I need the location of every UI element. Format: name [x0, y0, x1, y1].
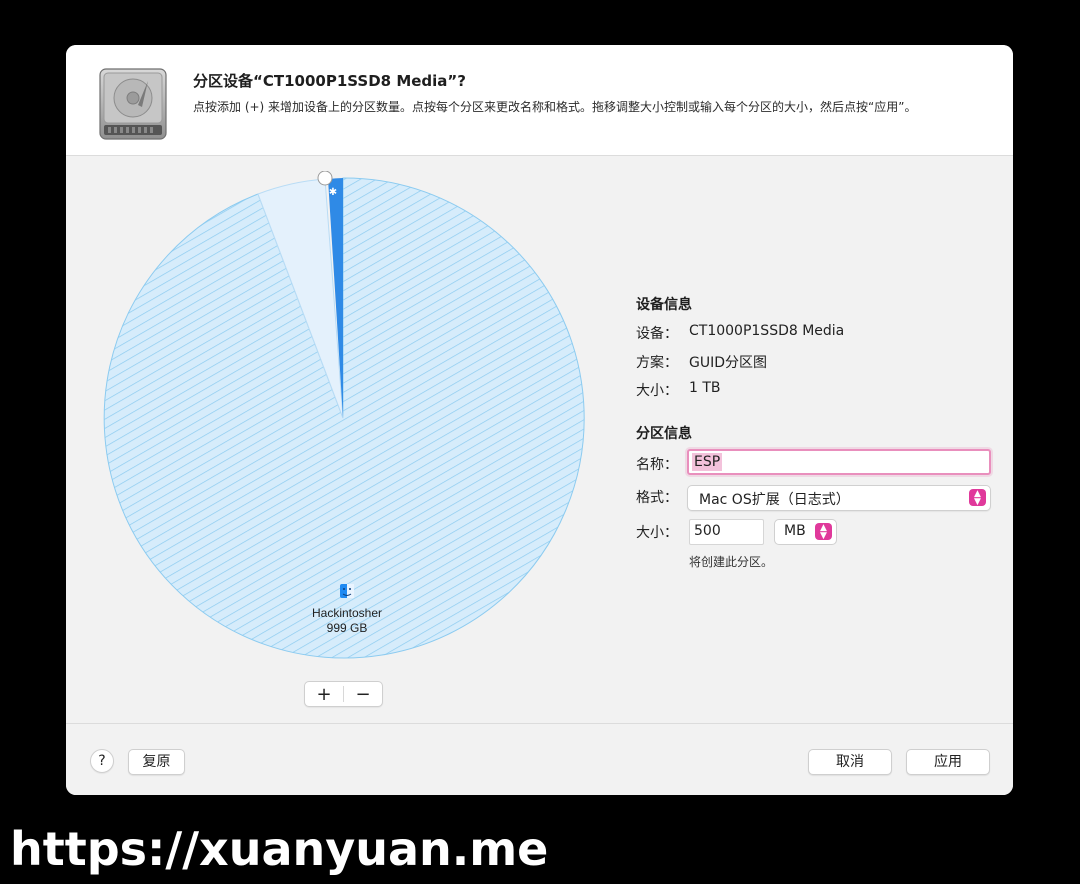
partition-name-label: Hackintosher [312, 606, 382, 620]
watermark-url: https://xuanyuan.me [10, 822, 549, 876]
size-label: 大小： [636, 383, 678, 399]
partition-name-field-label: 名称： [636, 457, 678, 473]
new-partition-marker-icon: ✱ [329, 187, 337, 198]
size-unit-select[interactable]: MB ▲ ▼ [774, 519, 837, 545]
device-value: CT1000P1SSD8 Media [689, 323, 845, 339]
dialog-instructions: 点按添加 (+) 来增加设备上的分区数量。点按每个分区来更改名称和格式。拖移调整… [193, 100, 917, 114]
partition-size-label: 999 GB [327, 621, 368, 635]
add-partition-button[interactable]: + [305, 682, 343, 706]
dialog-header: 分区设备“CT1000P1SSD8 Media”? 点按添加 (+) 来增加设备… [66, 45, 1013, 156]
partition-name-value[interactable]: ESP [692, 453, 723, 471]
partition-info-heading: 分区信息 [636, 426, 692, 442]
scheme-label: 方案： [636, 355, 678, 371]
format-value: Mac OS扩展（日志式） [699, 492, 850, 508]
partition-status-note: 将创建此分区。 [689, 555, 774, 569]
partition-add-remove: + − [304, 681, 383, 707]
chevron-updown-icon: ▲ ▼ [969, 489, 986, 506]
dialog-footer: ? 复原 取消 应用 [66, 723, 1013, 795]
format-label: 格式： [636, 490, 678, 506]
hard-disk-icon [99, 68, 167, 140]
partition-size-field-label: 大小： [636, 525, 678, 541]
partition-name-input[interactable]: ESP [687, 449, 991, 475]
revert-button[interactable]: 复原 [128, 749, 185, 775]
format-select[interactable]: Mac OS扩展（日志式） ▲ ▼ [687, 485, 991, 511]
help-button[interactable]: ? [90, 749, 114, 773]
finder-icon [340, 584, 354, 598]
partition-size-value: 500 [694, 523, 721, 539]
cancel-button[interactable]: 取消 [808, 749, 892, 775]
size-unit-value: MB [784, 523, 806, 539]
partition-size-input[interactable]: 500 [689, 519, 764, 545]
apply-button[interactable]: 应用 [906, 749, 990, 775]
partition-pie[interactable]: ✱ Hackintosher 999 GB [102, 171, 586, 665]
scheme-value: GUID分区图 [689, 355, 768, 371]
device-label: 设备： [636, 326, 678, 342]
remove-partition-button[interactable]: − [344, 682, 382, 706]
chevron-updown-icon: ▲ ▼ [815, 523, 832, 540]
dialog-title: 分区设备“CT1000P1SSD8 Media”? [193, 72, 466, 90]
resize-handle[interactable] [317, 171, 333, 186]
device-info-heading: 设备信息 [636, 297, 692, 313]
partition-dialog: 分区设备“CT1000P1SSD8 Media”? 点按添加 (+) 来增加设备… [66, 45, 1013, 795]
size-value: 1 TB [689, 380, 721, 396]
